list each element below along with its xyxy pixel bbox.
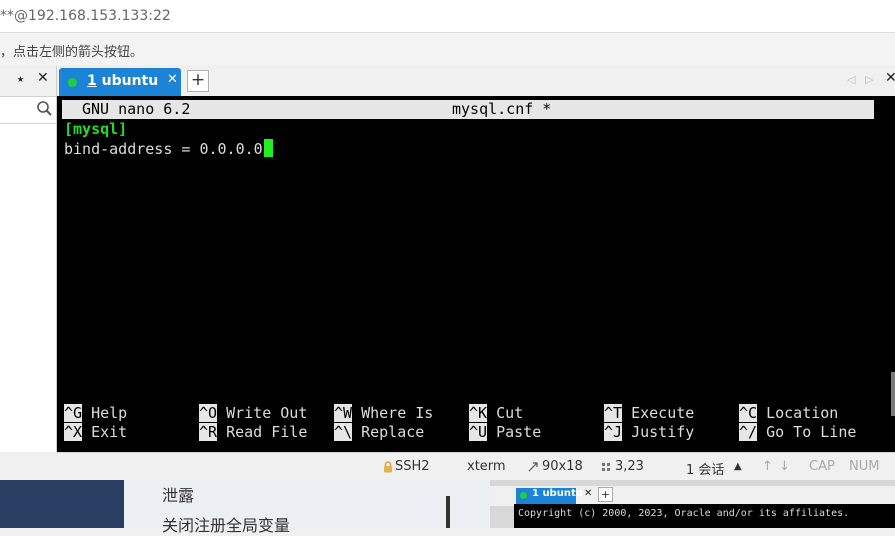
shortcut-write-out: ^O Write Out xyxy=(199,404,308,422)
status-terminal-type: xterm xyxy=(467,459,506,474)
background-divider xyxy=(446,496,450,528)
text-cursor xyxy=(263,139,273,157)
session-panel: ⭑ ✕ xyxy=(0,66,57,452)
nano-filename: mysql.cnf * xyxy=(452,100,552,118)
cursor-position-icon xyxy=(602,463,610,471)
background-tab-close-icon: ✕ xyxy=(584,488,593,499)
resize-icon xyxy=(528,462,538,472)
shortcut-where-is: ^W Where Is xyxy=(334,404,434,422)
nano-version: GNU nano 6.2 xyxy=(82,100,191,118)
shortcut-execute: ^T Execute xyxy=(604,404,695,422)
config-section-line: [mysql] xyxy=(64,120,128,138)
status-cursor-position: 3,23 xyxy=(615,459,644,474)
tab-ubuntu[interactable]: 1 ubuntu ✕ xyxy=(59,68,181,96)
background-status-icon xyxy=(520,492,527,499)
terminal-scrollbar[interactable] xyxy=(891,372,895,416)
status-bar: SSH2 xterm 90x18 3,23 1 会话 ▲ ↑ ↓ CAP NUM xyxy=(57,452,895,481)
shortcut-go-to-line: ^/ Go To Line xyxy=(739,423,857,441)
sessions-menu-icon[interactable]: ▲ xyxy=(734,461,742,472)
arrow-up-icon[interactable]: ↑ xyxy=(762,459,773,474)
shortcut-paste: ^U Paste xyxy=(469,423,542,441)
window-title: **@192.168.153.133:22 xyxy=(0,8,171,24)
tab-scroll-right-icon[interactable]: ▷ xyxy=(865,73,873,86)
shortcut-cut: ^K Cut xyxy=(469,404,524,422)
background-terminal: Copyright (c) 2000, 2023, Oracle and/or … xyxy=(514,504,895,528)
hint-bar: ，点击左侧的箭头按钮。 xyxy=(0,33,895,65)
connected-status-icon xyxy=(68,78,77,87)
search-icon[interactable] xyxy=(36,100,53,117)
num-lock-indicator: NUM xyxy=(849,459,880,474)
add-tab-button[interactable]: + xyxy=(187,70,209,92)
caps-lock-indicator: CAP xyxy=(809,459,835,474)
background-text-1: 泄露 xyxy=(162,486,195,505)
session-panel-header: ⭑ ✕ xyxy=(0,66,56,97)
background-add-tab-icon: + xyxy=(598,487,613,502)
background-text-2: 关闭注册全局变量 xyxy=(162,516,291,535)
background-window-edge xyxy=(0,480,124,528)
close-tab-group-icon[interactable]: ✕ xyxy=(885,70,895,86)
status-protocol: SSH2 xyxy=(395,459,430,474)
nano-header: GNU nano 6.2 mysql.cnf * xyxy=(62,100,874,119)
shortcut-justify: ^J Justify xyxy=(604,423,695,441)
window-title-bar: **@192.168.153.133:22 xyxy=(0,0,895,33)
shortcut-replace: ^\ Replace xyxy=(334,423,425,441)
shortcut-location: ^C Location xyxy=(739,404,839,422)
tab-label: 1 ubuntu xyxy=(87,73,159,89)
tab-close-icon[interactable]: ✕ xyxy=(167,72,178,87)
terminal[interactable]: GNU nano 6.2 mysql.cnf * [mysql] bind-ad… xyxy=(57,96,895,452)
hint-text: ，点击左侧的箭头按钮。 xyxy=(0,45,144,60)
tab-strip: 1 ubuntu ✕ + ◁ ▷ ✕ xyxy=(57,66,895,96)
background-document: 泄露 关闭注册全局变量 xyxy=(124,480,490,535)
shortcut-exit: ^X Exit xyxy=(64,423,128,441)
shortcut-read-file: ^R Read File xyxy=(199,423,308,441)
pin-icon[interactable]: ⭑ xyxy=(17,72,24,87)
shortcut-help: ^G Help xyxy=(64,404,128,422)
close-icon[interactable]: ✕ xyxy=(37,70,49,86)
background-tab-label: 1 ubuntu xyxy=(532,488,583,499)
config-value-line: bind-address = 0.0.0.0 xyxy=(64,139,273,159)
background-tab: 1 ubuntu xyxy=(516,488,583,504)
arrow-down-icon[interactable]: ↓ xyxy=(779,459,790,474)
status-sessions[interactable]: 1 会话 xyxy=(686,459,724,478)
session-search-input[interactable] xyxy=(0,97,56,124)
status-size: 90x18 xyxy=(542,459,583,474)
tab-scroll-left-icon[interactable]: ◁ xyxy=(847,73,855,86)
background-copyright: Copyright (c) 2000, 2023, Oracle and/or … xyxy=(518,508,850,519)
background-terminal-window: 1 ubuntu ✕ + Copyright (c) 2000, 2023, O… xyxy=(490,480,895,528)
lock-icon xyxy=(384,461,392,473)
